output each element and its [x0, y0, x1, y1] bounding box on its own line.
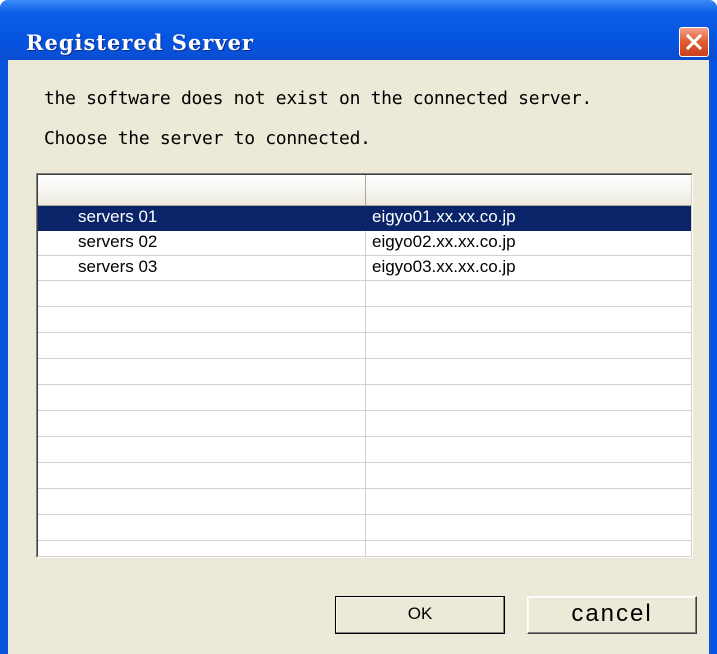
list-rows: servers 01 eigyo01.xx.xx.co.jp servers 0… [38, 206, 691, 556]
empty-row [38, 489, 691, 515]
close-icon [685, 33, 703, 51]
dialog-body: the software does not exist on the conne… [8, 60, 709, 654]
empty-row [38, 515, 691, 541]
empty-row [38, 541, 691, 556]
server-name: servers 02 [78, 232, 158, 251]
cancel-button[interactable]: cancel [527, 596, 697, 634]
dialog-title: Registered Server [26, 30, 254, 55]
empty-row [38, 281, 691, 307]
empty-row [38, 385, 691, 411]
list-item[interactable]: servers 02 eigyo02.xx.xx.co.jp [38, 231, 691, 256]
column-divider [365, 206, 366, 230]
server-list[interactable]: servers 01 eigyo01.xx.xx.co.jp servers 0… [36, 173, 693, 558]
server-name: servers 03 [78, 257, 158, 276]
list-item[interactable]: servers 01 eigyo01.xx.xx.co.jp [38, 206, 691, 231]
list-item[interactable]: servers 03 eigyo03.xx.xx.co.jp [38, 256, 691, 281]
list-header [38, 175, 691, 206]
server-host: eigyo03.xx.xx.co.jp [372, 257, 516, 276]
empty-row [38, 437, 691, 463]
ok-button[interactable]: OK [335, 596, 505, 634]
title-bar[interactable]: Registered Server [0, 0, 717, 60]
close-button[interactable] [679, 27, 709, 57]
column-divider [365, 256, 366, 280]
dialog-window: Registered Server the software does not … [0, 0, 717, 654]
column-header-name[interactable] [38, 175, 366, 205]
column-header-host[interactable] [366, 175, 691, 205]
empty-row [38, 463, 691, 489]
server-host: eigyo02.xx.xx.co.jp [372, 232, 516, 251]
server-name: servers 01 [78, 207, 158, 226]
message-line-1: the software does not exist on the conne… [44, 88, 592, 109]
empty-row [38, 307, 691, 333]
empty-row [38, 333, 691, 359]
column-divider [365, 231, 366, 255]
message-line-2: Choose the server to connected. [44, 128, 371, 149]
server-host: eigyo01.xx.xx.co.jp [372, 207, 516, 226]
empty-row [38, 359, 691, 385]
empty-row [38, 411, 691, 437]
